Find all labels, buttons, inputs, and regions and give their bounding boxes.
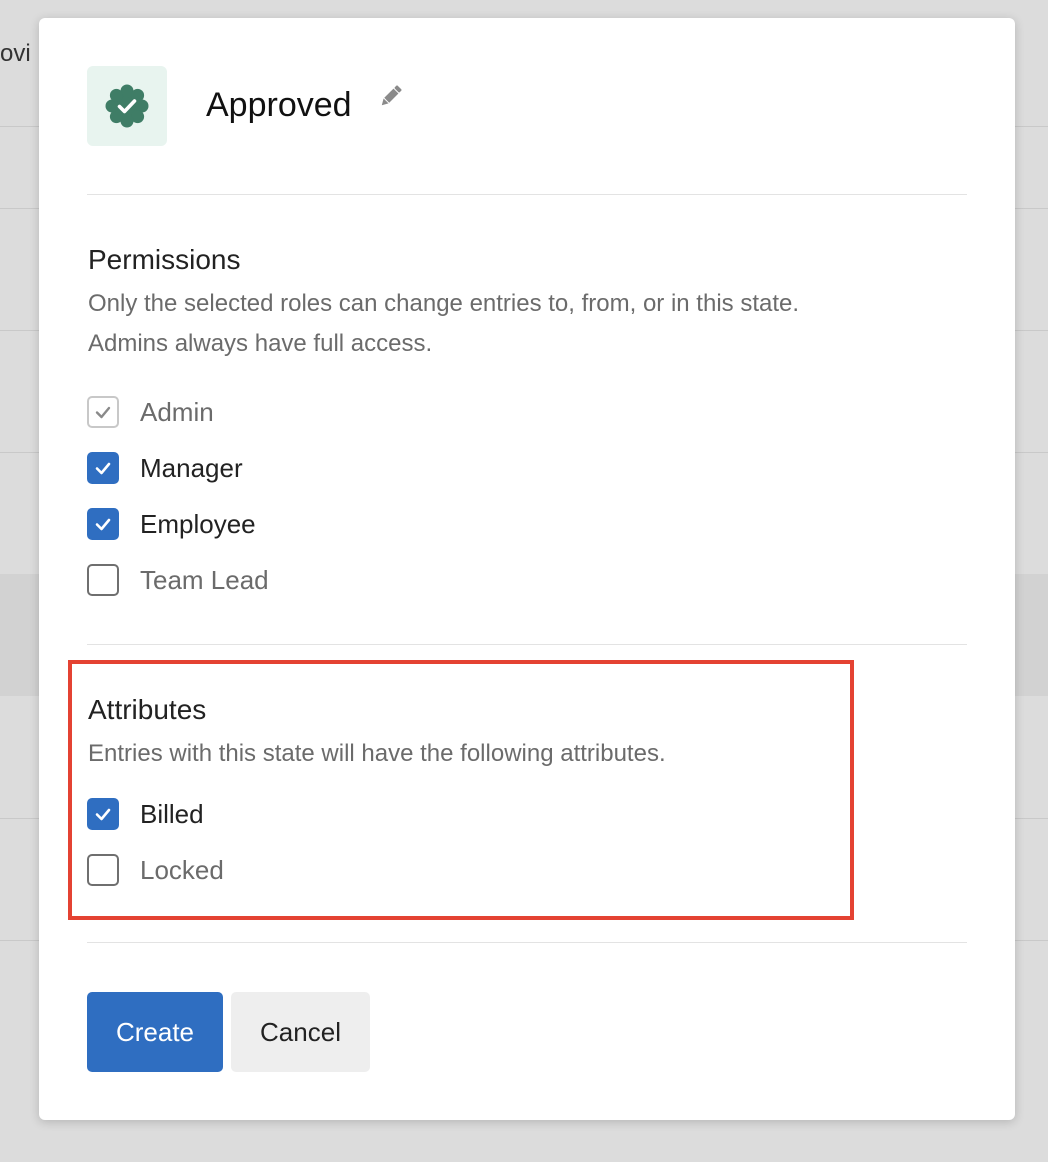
role-checkbox-admin: Admin — [87, 396, 214, 428]
permissions-description: Only the selected roles can change entri… — [88, 284, 948, 364]
section-divider — [87, 194, 967, 195]
section-divider — [87, 644, 967, 645]
checkbox-disabled — [87, 396, 119, 428]
verified-badge-icon — [105, 84, 149, 128]
checkmark-icon — [95, 462, 111, 475]
state-name[interactable]: Approved — [206, 86, 352, 125]
attributes-description: Entries with this state will have the fo… — [88, 740, 666, 767]
attribute-checkbox-billed[interactable]: Billed — [87, 798, 204, 830]
checkbox-unchecked[interactable] — [87, 564, 119, 596]
section-divider — [87, 942, 967, 943]
checkmark-icon — [95, 518, 111, 531]
attribute-checkbox-locked[interactable]: Locked — [87, 854, 224, 886]
edit-state-modal: Approved Permissions Only the selected r… — [39, 18, 1015, 1120]
state-icon-container — [87, 66, 167, 146]
role-label: Admin — [140, 396, 214, 427]
checkbox-unchecked[interactable] — [87, 854, 119, 886]
background-text: ovi — [0, 40, 31, 67]
pencil-icon[interactable] — [377, 82, 405, 110]
role-label: Team Lead — [140, 564, 269, 595]
create-button[interactable]: Create — [87, 992, 223, 1072]
permissions-description-line: Only the selected roles can change entri… — [88, 290, 800, 317]
permissions-title: Permissions — [88, 244, 241, 275]
role-label: Manager — [140, 452, 243, 483]
checkbox-checked[interactable] — [87, 508, 119, 540]
role-label: Employee — [140, 508, 256, 539]
checkmark-icon — [95, 406, 111, 419]
checkbox-checked[interactable] — [87, 452, 119, 484]
checkbox-checked[interactable] — [87, 798, 119, 830]
attribute-label: Locked — [140, 854, 224, 885]
permissions-description-line: Admins always have full access. — [88, 330, 433, 357]
role-checkbox-employee[interactable]: Employee — [87, 508, 256, 540]
role-checkbox-team-lead[interactable]: Team Lead — [87, 564, 269, 596]
cancel-button[interactable]: Cancel — [231, 992, 370, 1072]
checkmark-icon — [95, 808, 111, 821]
attribute-label: Billed — [140, 798, 204, 829]
role-checkbox-manager[interactable]: Manager — [87, 452, 243, 484]
attributes-title: Attributes — [88, 694, 207, 725]
